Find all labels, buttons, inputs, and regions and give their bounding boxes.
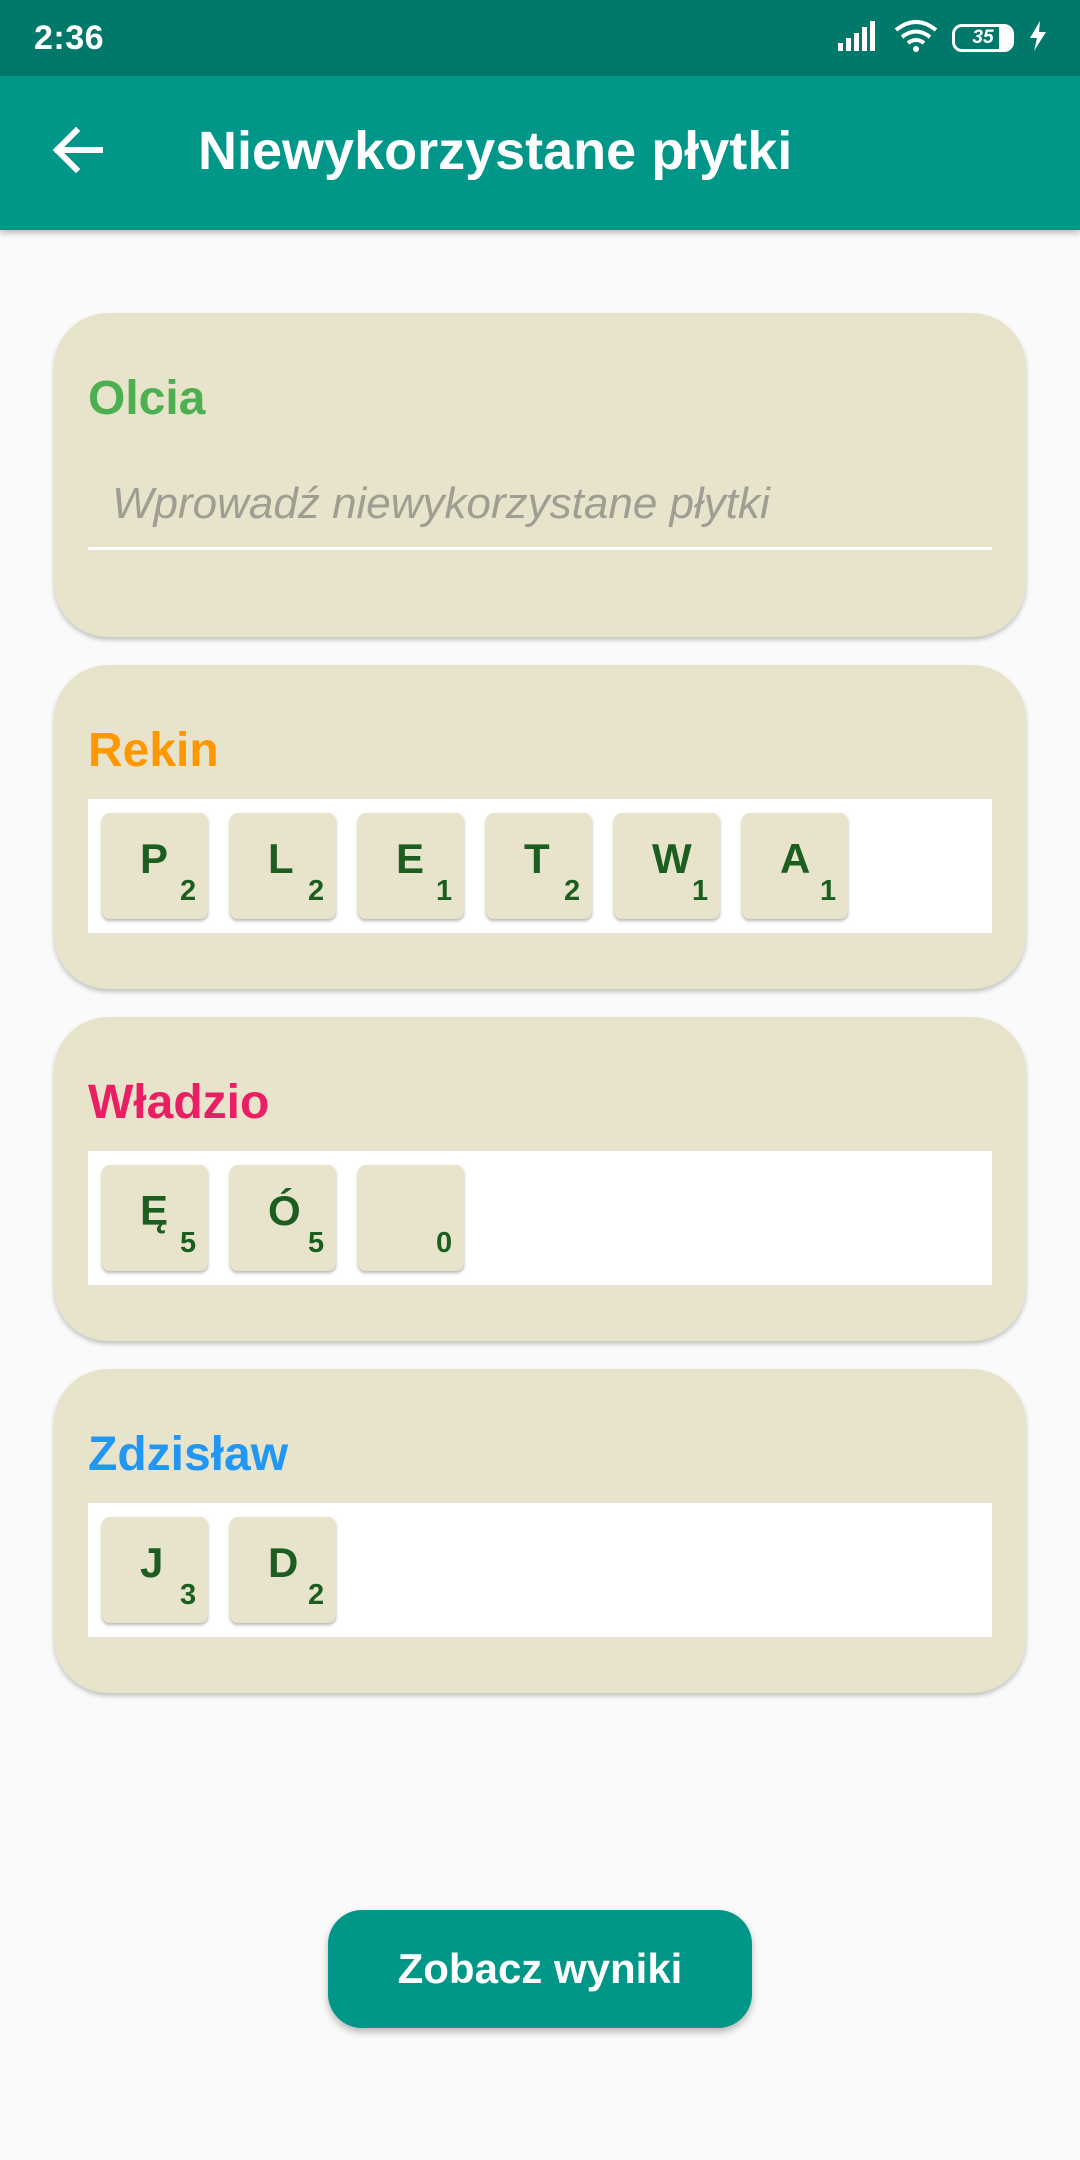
tile-letter: J xyxy=(140,1539,164,1586)
tile[interactable]: P 2 xyxy=(102,813,208,919)
tile-letter: Ó xyxy=(268,1187,301,1234)
status-bar: 2:36 35 xyxy=(0,0,1080,76)
tile-value: 2 xyxy=(564,875,581,907)
tile[interactable]: D 2 xyxy=(230,1517,336,1623)
tile[interactable]: Ó 5 xyxy=(230,1165,336,1271)
tile-letter: A xyxy=(780,835,811,882)
status-time: 2:36 xyxy=(34,18,105,57)
tile[interactable]: T 2 xyxy=(486,813,592,919)
player-name: Zdzisław xyxy=(88,1428,289,1481)
tile-value: 1 xyxy=(820,875,837,907)
player-card-zdzislaw: Zdzisław J 3 D 2 xyxy=(54,1369,1026,1693)
player-name: Olcia xyxy=(88,372,206,425)
tile-value: 3 xyxy=(180,1579,197,1611)
player-name: Rekin xyxy=(88,724,219,777)
tile-letter: L xyxy=(268,835,294,882)
charging-icon xyxy=(1028,20,1048,56)
tile-letter: Ę xyxy=(140,1187,169,1234)
unused-tiles-input[interactable] xyxy=(88,461,992,547)
app-bar: Niewykorzystane płytki xyxy=(0,76,1080,230)
player-card-rekin: Rekin P 2 L 2 E 1 T 2 W 1 A 1 xyxy=(54,665,1026,989)
back-button[interactable] xyxy=(46,120,110,184)
wifi-icon xyxy=(894,19,938,57)
tiles-row: P 2 L 2 E 1 T 2 W 1 A 1 xyxy=(88,799,992,933)
tile[interactable]: A 1 xyxy=(742,813,848,919)
tile-value: 5 xyxy=(308,1227,325,1259)
player-card-wladzio: Władzio Ę 5 Ó 5 0 xyxy=(54,1017,1026,1341)
tile-value: 1 xyxy=(692,875,709,907)
battery-fill xyxy=(999,27,1011,49)
tile[interactable]: J 3 xyxy=(102,1517,208,1623)
tile-letter: P xyxy=(140,835,169,882)
tile[interactable]: W 1 xyxy=(614,813,720,919)
tile[interactable]: L 2 xyxy=(230,813,336,919)
tile[interactable]: E 1 xyxy=(358,813,464,919)
tile-letter: W xyxy=(652,835,692,882)
signal-icon xyxy=(836,20,880,56)
tile-letter: D xyxy=(268,1539,299,1586)
battery-level: 35 xyxy=(972,27,994,48)
tile-value: 0 xyxy=(436,1227,453,1259)
player-card-olcia: Olcia xyxy=(54,313,1026,637)
tiles-input-wrapper xyxy=(88,461,992,550)
tile-letter: T xyxy=(524,835,550,882)
see-results-button[interactable]: Zobacz wyniki xyxy=(328,1910,752,2028)
tile-value: 5 xyxy=(180,1227,197,1259)
tile-value: 1 xyxy=(436,875,453,907)
tile-letter: E xyxy=(396,835,425,882)
status-icons: 35 xyxy=(836,19,1048,57)
tile[interactable]: Ę 5 xyxy=(102,1165,208,1271)
tiles-row: Ę 5 Ó 5 0 xyxy=(88,1151,992,1285)
battery-icon: 35 xyxy=(952,24,1014,52)
tile-value: 2 xyxy=(308,1579,325,1611)
player-name: Władzio xyxy=(88,1076,270,1129)
tile-value: 2 xyxy=(180,875,197,907)
page-title: Niewykorzystane płytki xyxy=(198,121,793,181)
tiles-row: J 3 D 2 xyxy=(88,1503,992,1637)
tile-value: 2 xyxy=(308,875,325,907)
blank-tile[interactable]: 0 xyxy=(358,1165,464,1271)
back-arrow-icon xyxy=(52,126,104,178)
